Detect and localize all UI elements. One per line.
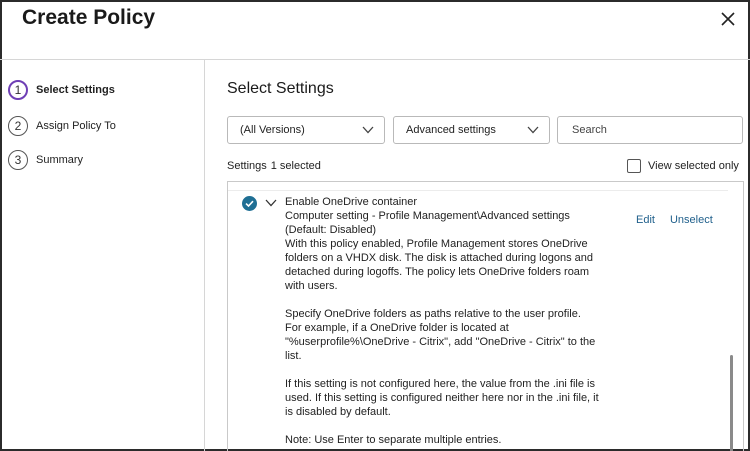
setting-paragraph: With this policy enabled, Profile Manage…	[285, 238, 593, 292]
setting-description: Enable OneDrive container Computer setti…	[285, 195, 600, 447]
setting-path: Computer setting - Profile Management\Ad…	[285, 210, 570, 222]
settings-list[interactable]: Enable OneDrive container Computer setti…	[227, 181, 744, 451]
setting-paragraph: If this setting is not configured here, …	[285, 378, 599, 418]
dialog-title: Create Policy	[22, 6, 156, 29]
steps-sidebar: 1 Select Settings 2 Assign Policy To 3 S…	[0, 60, 205, 451]
step-label: Select Settings	[36, 84, 115, 96]
unselect-link[interactable]: Unselect	[670, 214, 713, 226]
close-icon[interactable]	[718, 9, 738, 29]
section-title: Select Settings	[227, 80, 334, 97]
step-summary[interactable]: 3 Summary	[8, 149, 83, 171]
selected-count: 1 selected	[270, 160, 321, 172]
step-label: Assign Policy To	[36, 120, 116, 132]
expand-chevron-icon[interactable]	[265, 199, 277, 207]
chevron-down-icon	[362, 126, 374, 134]
version-select-value: (All Versions)	[240, 124, 305, 136]
setting-paragraph: Specify OneDrive folders as paths relati…	[285, 308, 596, 362]
category-select[interactable]: Advanced settings	[393, 116, 550, 144]
setting-name: Enable OneDrive container	[285, 196, 418, 208]
check-circle-icon[interactable]	[242, 196, 257, 211]
setting-actions: Edit Unselect	[636, 214, 713, 226]
divider	[228, 190, 728, 191]
step-number: 3	[8, 150, 28, 170]
view-selected-only-label: View selected only	[648, 160, 739, 172]
category-select-value: Advanced settings	[406, 124, 496, 136]
scrollbar-thumb[interactable]	[730, 355, 733, 451]
step-number: 1	[8, 80, 28, 100]
search-input[interactable]	[557, 116, 743, 144]
setting-note: Note: Use Enter to separate multiple ent…	[285, 434, 502, 446]
settings-summary: Settings 1 selected	[227, 160, 321, 172]
step-assign-policy[interactable]: 2 Assign Policy To	[8, 115, 116, 137]
version-select[interactable]: (All Versions)	[227, 116, 385, 144]
view-selected-only-checkbox[interactable]	[627, 159, 641, 173]
chevron-down-icon	[527, 126, 539, 134]
edit-link[interactable]: Edit	[636, 214, 655, 226]
main-panel: Select Settings (All Versions) Advanced …	[206, 60, 748, 451]
step-select-settings[interactable]: 1 Select Settings	[8, 79, 115, 101]
settings-label: Settings	[227, 160, 267, 172]
step-label: Summary	[36, 154, 84, 166]
step-number: 2	[8, 116, 28, 136]
dialog-header: Create Policy	[0, 0, 750, 60]
setting-default: (Default: Disabled)	[285, 224, 377, 236]
view-selected-only-toggle[interactable]: View selected only	[627, 159, 739, 173]
